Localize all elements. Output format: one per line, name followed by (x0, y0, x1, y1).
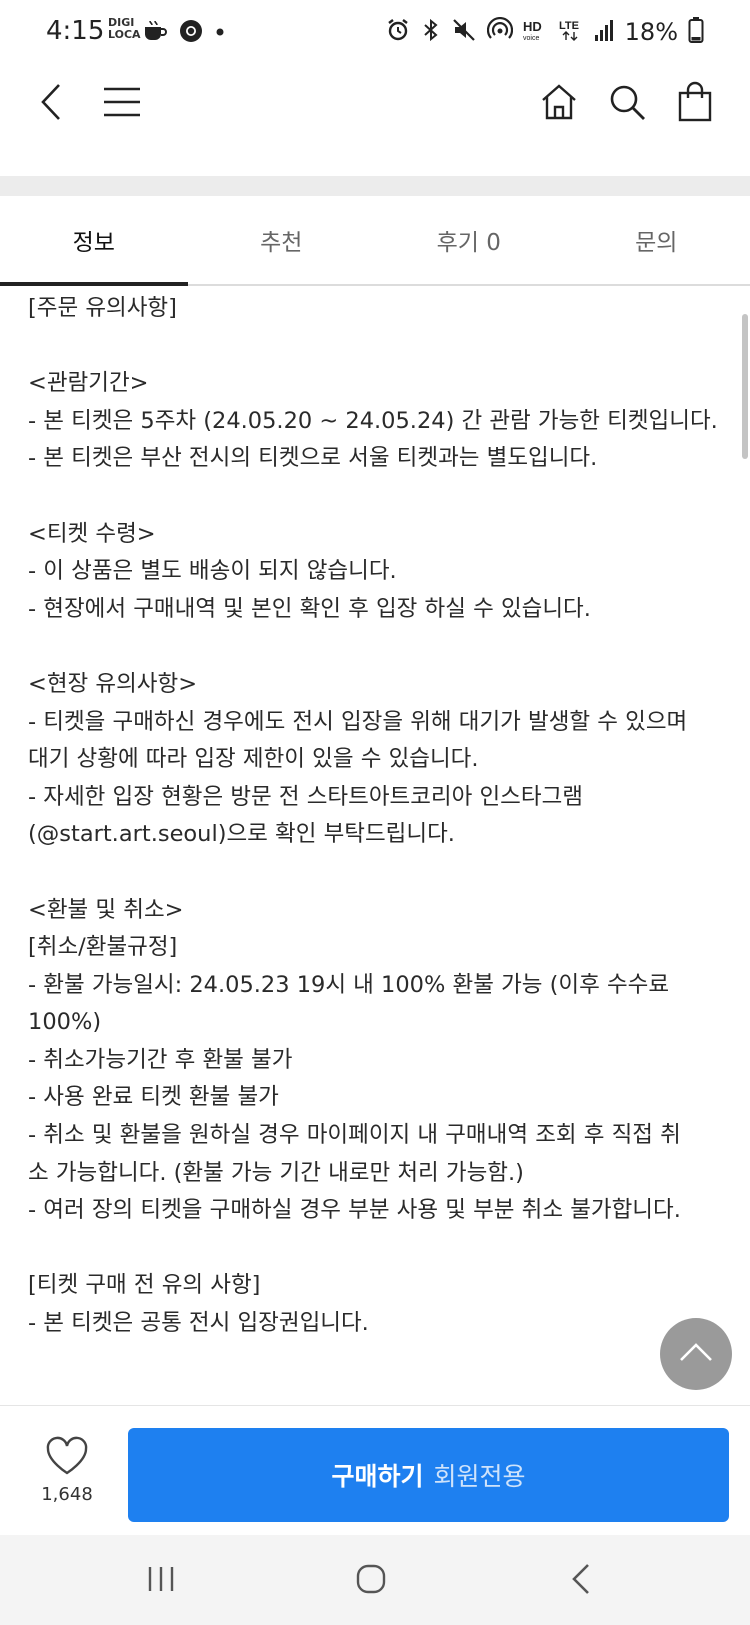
bag-icon (675, 81, 715, 127)
home-button[interactable] (529, 74, 589, 134)
text-line: - 티켓을 구매하신 경우에도 전시 입장을 위해 대기가 발생할 수 있으며 (28, 708, 688, 735)
text-line: - 환불 가능일시: 24.05.23 19시 내 100% 환불 가능 (이후… (28, 971, 670, 998)
text-line: - 현장에서 구매내역 및 본인 확인 후 입장 하실 수 있습니다. (28, 595, 591, 622)
svg-text:HD: HD (523, 19, 542, 34)
status-time: 4:15 (46, 16, 105, 46)
hotspot-icon (486, 16, 513, 47)
scroll-to-top-button[interactable] (660, 1318, 732, 1390)
svg-text:LTE: LTE (559, 20, 579, 32)
tab-reviews[interactable]: 후기 0 (375, 196, 563, 284)
text-line: <관람기간> (28, 370, 149, 397)
text-line: - 취소 및 환불을 원하실 경우 마이페이지 내 구매내역 조회 후 직접 취 (28, 1122, 681, 1149)
status-bar: 4:15 DIGI LOCA HD voice LTE 18% (0, 0, 750, 66)
signal-icon (593, 17, 615, 47)
text-line: - 취소가능기간 후 환불 불가 (28, 1046, 293, 1073)
app-badge: DIGI LOCA (108, 16, 141, 41)
home-icon (539, 82, 579, 126)
back-button[interactable] (22, 74, 82, 134)
text-line: - 본 티켓은 부산 전시의 티켓으로 서울 티켓과는 별도입니다. (28, 445, 598, 472)
battery-percent: 18% (624, 18, 678, 46)
product-tabs: 정보 추천 후기 0 문의 (0, 196, 750, 286)
search-button[interactable] (597, 74, 657, 134)
purchase-bar: 1,648 구매하기 회원전용 (0, 1405, 750, 1535)
text-line: <티켓 수령> (28, 520, 156, 547)
home-system-button[interactable] (341, 1557, 401, 1605)
text-line: - 본 티켓은 공통 전시 입장권입니다. (28, 1310, 369, 1337)
system-back-icon (569, 1562, 593, 1600)
system-back-button[interactable] (551, 1557, 611, 1605)
heart-icon (45, 1436, 89, 1480)
back-icon (37, 82, 67, 126)
coffee-icon (142, 18, 168, 48)
text-line: <환불 및 취소> (28, 896, 184, 923)
tab-inquiry[interactable]: 문의 (563, 196, 750, 284)
dot-icon (214, 18, 226, 48)
text-line: [주문 유의사항] (28, 295, 177, 321)
alarm-icon (385, 17, 411, 47)
chevron-up-icon (678, 1341, 714, 1367)
text-line: - 사용 완료 티켓 환불 불가 (28, 1084, 279, 1111)
text-line: - 본 티켓은 5주차 (24.05.20 ~ 24.05.24) 간 관람 가… (28, 407, 718, 434)
system-navigation-bar (0, 1535, 750, 1625)
lte-icon: LTE (559, 17, 583, 47)
mute-icon (451, 17, 477, 47)
text-line: 100%) (28, 1009, 102, 1036)
cart-button[interactable] (665, 74, 725, 134)
menu-icon (102, 86, 142, 122)
text-line: - 자세한 입장 현황은 방문 전 스타트아트코리아 인스타그램 (28, 783, 583, 810)
status-left-icons (142, 18, 226, 48)
menu-button[interactable] (92, 74, 152, 134)
recent-apps-button[interactable] (131, 1557, 191, 1605)
tab-recommend[interactable]: 추천 (188, 196, 376, 284)
buy-label: 구매하기 (331, 1462, 424, 1491)
text-line: (@start.art.seoul)으로 확인 부탁드립니다. (28, 821, 455, 848)
text-line: [취소/환불규정] (28, 934, 178, 961)
battery-icon (688, 16, 704, 48)
product-description: [주문 유의사항] <관람기간> - 본 티켓은 5주차 (24.05.20 ~… (28, 290, 728, 1405)
recent-apps-icon (146, 1564, 176, 1598)
like-count: 1,648 (41, 1484, 93, 1505)
text-line: 소 가능합니다. (환불 가능 기간 내로만 처리 가능함.) (28, 1159, 524, 1186)
buy-sublabel: 회원전용 (433, 1462, 526, 1491)
home-circle-icon (355, 1563, 387, 1599)
bluetooth-icon (421, 17, 441, 47)
text-line: 대기 상황에 따라 입장 제한이 있을 수 있습니다. (28, 746, 479, 773)
text-line: - 이 상품은 별도 배송이 되지 않습니다. (28, 558, 397, 585)
top-navigation (0, 66, 750, 176)
scrollbar[interactable] (742, 314, 748, 459)
like-button[interactable]: 1,648 (30, 1436, 104, 1505)
status-right-icons: HD voice LTE 18% (385, 16, 704, 48)
search-icon (607, 82, 647, 126)
text-line: [티켓 구매 전 유의 사항] (28, 1272, 261, 1299)
tab-info[interactable]: 정보 (0, 196, 188, 286)
hd-voice-icon: HD voice (523, 17, 549, 47)
buy-button[interactable]: 구매하기 회원전용 (128, 1428, 729, 1522)
svg-text:voice: voice (523, 35, 539, 42)
text-line: <현장 유의사항> (28, 670, 198, 697)
text-line: - 여러 장의 티켓을 구매하실 경우 부분 사용 및 부분 취소 불가합니다. (28, 1197, 681, 1224)
section-divider (0, 176, 750, 196)
chrome-icon (178, 18, 204, 48)
